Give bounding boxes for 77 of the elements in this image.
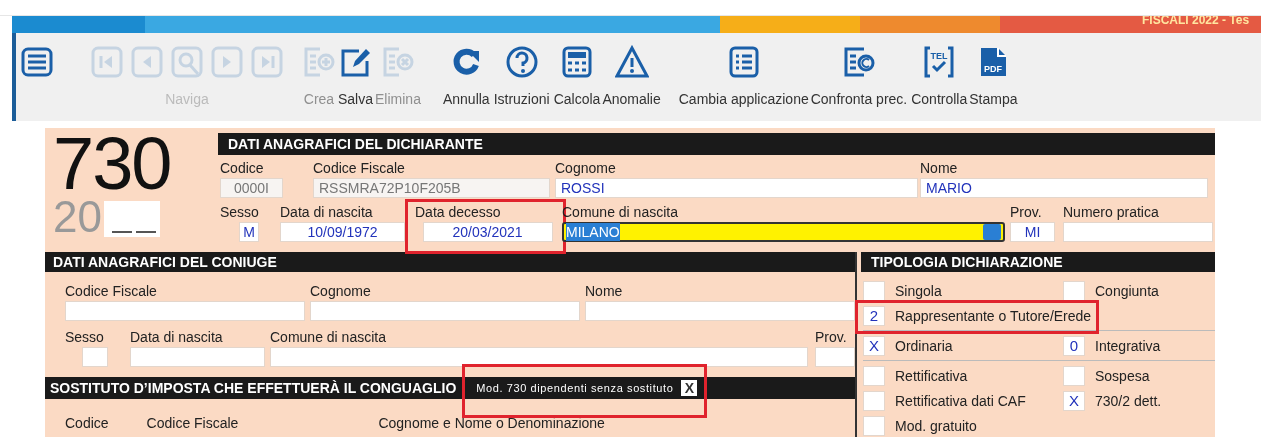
column-label: Cognome e Nome o Denominazione <box>378 415 605 431</box>
input-field[interactable]: MARIO <box>920 178 1208 198</box>
column-label: Codice Fiscale <box>146 415 239 431</box>
section-header: SOSTITUTO D’IMPOSTA CHE EFFETTUERÀ IL CONGUAGLIO <box>50 380 457 396</box>
code-input[interactable]: X <box>863 335 885 356</box>
input-field[interactable]: ROSSI <box>555 178 918 198</box>
input-field[interactable]: 20/03/2021 <box>422 222 553 242</box>
field-label: Prov. <box>815 329 848 345</box>
option-label: Integrativa <box>1095 337 1161 354</box>
year-prefix: 20 <box>53 197 102 237</box>
field-label: Numero pratica <box>1063 204 1160 220</box>
input-field[interactable] <box>82 347 108 367</box>
option-label: Singola <box>895 282 942 299</box>
option-label: Sospesa <box>1095 367 1150 384</box>
code-input[interactable]: X <box>1063 390 1085 411</box>
section-header: TIPOLOGIA DICHIARAZIONE <box>861 252 1215 272</box>
option-label: Mod. 730 dipendenti senza sostituto <box>476 382 674 394</box>
field-label: Data decesso <box>415 204 502 220</box>
option-label: Ordinaria <box>895 337 953 354</box>
code-input[interactable]: 2 <box>863 305 885 326</box>
field-label: Codice Fiscale <box>313 160 406 176</box>
option-label: Rettificativa dati CAF <box>895 392 1026 409</box>
input-field[interactable] <box>585 301 855 321</box>
input-field[interactable] <box>310 301 580 321</box>
option-label: Mod. gratuito <box>895 417 977 434</box>
input-field[interactable] <box>65 301 305 321</box>
field-label: Comune di nascita <box>270 329 387 345</box>
code-input[interactable] <box>863 280 885 301</box>
code-input[interactable] <box>863 415 885 436</box>
help-icon[interactable] <box>504 45 539 79</box>
warning-icon[interactable] <box>614 45 649 79</box>
tel-button[interactable]: TEL Controlla <box>911 45 968 107</box>
save-button[interactable]: Salva <box>338 45 374 107</box>
warning-button[interactable]: Anomalie <box>602 45 661 107</box>
field-label: Nome <box>920 160 959 176</box>
input-field[interactable]: 10/09/1972 <box>280 222 405 242</box>
field-label: Data di nascita <box>130 329 224 345</box>
calculator-icon[interactable] <box>560 45 594 79</box>
calculator-button[interactable]: Calcola <box>553 45 601 107</box>
code-input[interactable] <box>863 365 885 386</box>
input-field[interactable]: MI <box>1010 222 1055 242</box>
column-label: Codice <box>65 415 109 431</box>
input-field[interactable]: MILANO <box>562 222 1005 242</box>
input-field[interactable]: M <box>239 222 259 242</box>
section-header: DATI ANAGRAFICI DEL CONIUGE <box>45 252 855 272</box>
help-button[interactable]: Istruzioni <box>493 45 550 107</box>
input-field[interactable] <box>1063 222 1213 242</box>
pdf-button[interactable]: PDF Stampa <box>969 45 1018 107</box>
compare-button[interactable]: Confronta prec. <box>810 45 908 107</box>
input-field[interactable] <box>815 347 855 367</box>
undo-button[interactable]: Annulla <box>442 45 490 107</box>
code-input[interactable] <box>863 390 885 411</box>
field-label: Prov. <box>1010 204 1043 220</box>
input-field[interactable] <box>130 347 265 367</box>
option-label: Rettificativa <box>895 367 968 384</box>
field-label: Sesso <box>220 204 260 220</box>
menu-button[interactable] <box>20 45 54 79</box>
field-label: Nome <box>585 283 624 299</box>
code-input[interactable] <box>1063 280 1085 301</box>
list-button[interactable]: Cambia applicazione <box>678 45 809 107</box>
code-input[interactable] <box>1063 365 1085 386</box>
field-label: Cognome <box>555 160 617 176</box>
field-label: Codice Fiscale <box>65 283 158 299</box>
year-suffix-field[interactable] <box>103 201 160 237</box>
input-field[interactable] <box>270 347 808 367</box>
field-label: Codice <box>220 160 265 176</box>
code-input[interactable]: X <box>681 380 698 396</box>
option-label: Congiunta <box>1095 282 1159 299</box>
model-number: 730 <box>53 133 172 195</box>
field-label: Cognome <box>310 283 372 299</box>
app-title: FISCALI 2022 - Tes <box>1142 16 1250 27</box>
option-label: 730/2 dett. <box>1095 392 1162 409</box>
field-label: Sesso <box>65 329 105 345</box>
section-header: DATI ANAGRAFICI DEL DICHIARANTE <box>218 133 1215 155</box>
option-label: Rappresentante o Tutore/Erede <box>895 307 1092 324</box>
code-input[interactable]: 0 <box>1063 335 1085 356</box>
field-label: Data di nascita <box>280 204 374 220</box>
